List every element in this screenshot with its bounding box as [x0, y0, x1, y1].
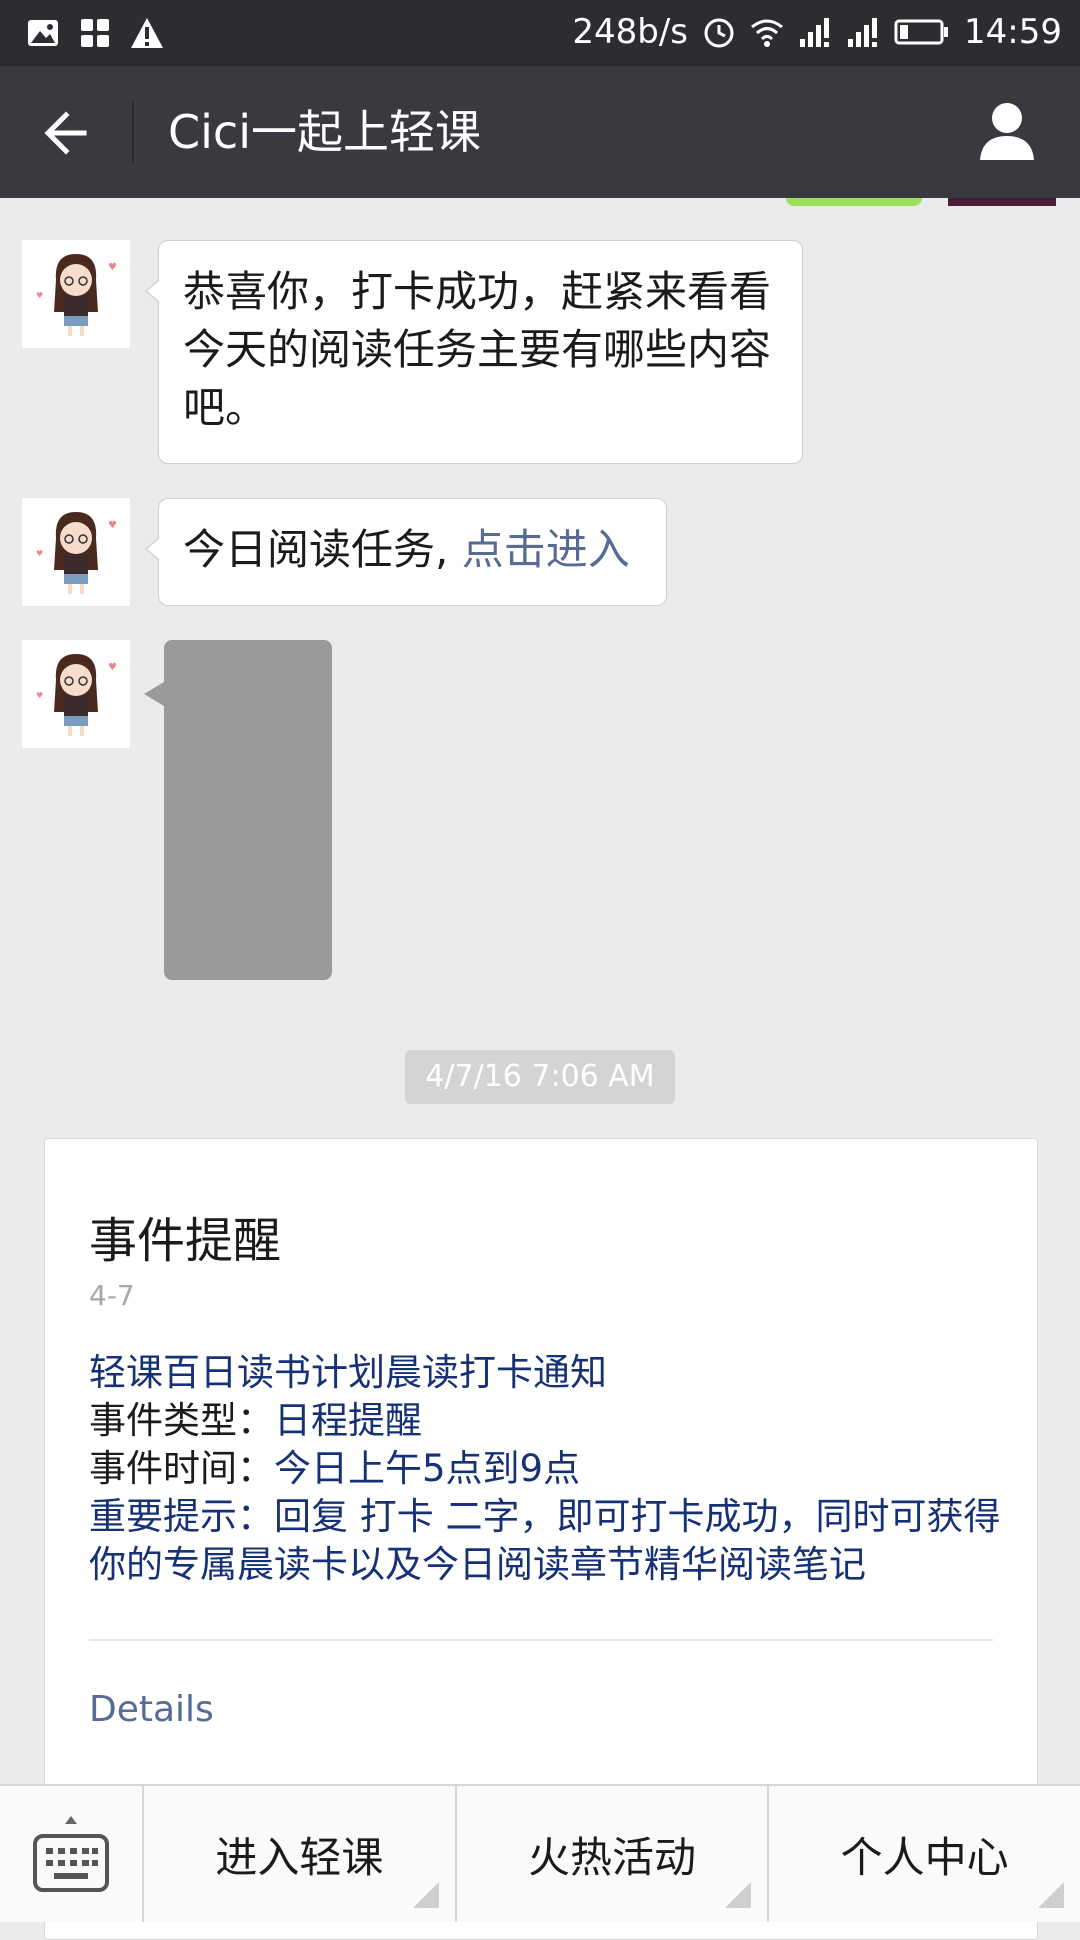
message-bubble[interactable]: 今日阅读任务, 点击进入 — [145, 498, 667, 606]
svg-text:♥: ♥ — [108, 662, 117, 673]
menu-label: 个人中心 — [840, 1832, 1009, 1882]
alarm-icon — [704, 18, 734, 48]
grid-icon — [81, 19, 109, 47]
time-value: 今日上午5点到9点 — [274, 1447, 581, 1490]
status-bar: 248b/s 14:59 — [0, 0, 1080, 66]
message-timestamp: 4/7/16 7:06 AM — [405, 1050, 675, 1104]
type-value: 日程提醒 — [274, 1399, 422, 1442]
card-title: 事件提醒 — [89, 1213, 282, 1269]
card-divider — [89, 1639, 993, 1641]
menu-label: 火热活动 — [528, 1832, 697, 1882]
menu-personal-center[interactable]: 个人中心 — [769, 1786, 1080, 1922]
svg-text:♥: ♥ — [108, 520, 117, 531]
svg-text:♥: ♥ — [36, 691, 43, 700]
menu-label: 进入轻课 — [215, 1832, 384, 1882]
signal-icon — [848, 18, 878, 47]
keyboard-icon — [33, 1816, 109, 1892]
clock: 14:59 — [964, 12, 1062, 52]
menu-enter-course[interactable]: 进入轻课 — [144, 1786, 457, 1922]
image-message[interactable] — [144, 640, 332, 980]
svg-text:♥: ♥ — [36, 291, 43, 300]
chat-title: Cici一起上轻课 — [168, 105, 481, 159]
user-icon[interactable] — [974, 98, 1040, 164]
network-speed: 248b/s — [572, 12, 689, 52]
message-text: 恭喜你，打卡成功，赶紧来看看今天的阅读任务主要有哪些内容吧。 — [183, 267, 772, 432]
time-label: 事件时间： — [89, 1447, 274, 1490]
chat-header: Cici一起上轻课 — [0, 66, 1080, 198]
wifi-icon — [751, 19, 783, 47]
message-text: 今日阅读任务, — [183, 525, 462, 574]
submenu-indicator-icon — [1038, 1882, 1065, 1908]
svg-text:♥: ♥ — [36, 549, 43, 558]
card-line-time: 事件时间：今日上午5点到9点 — [89, 1445, 1009, 1493]
header-divider — [132, 102, 134, 162]
girl-avatar-icon: ♥ ♥ — [36, 512, 117, 594]
back-arrow-icon[interactable] — [36, 100, 102, 166]
menu-hot-activities[interactable]: 火热活动 — [457, 1786, 770, 1922]
avatar[interactable]: ♥ ♥ — [22, 240, 130, 348]
image-icon — [28, 20, 58, 46]
svg-text:♥: ♥ — [108, 262, 117, 273]
avatar[interactable]: ♥ ♥ — [22, 498, 130, 606]
previous-avatar-remnant — [948, 198, 1056, 206]
card-line-notice: 轻课百日读书计划晨读打卡通知 — [89, 1351, 607, 1394]
previous-message-remnant — [786, 198, 922, 206]
details-link[interactable]: Details — [89, 1689, 214, 1730]
submenu-indicator-icon — [725, 1882, 752, 1908]
card-date: 4-7 — [89, 1279, 135, 1312]
card-body: 轻课百日读书计划晨读打卡通知 事件类型：日程提醒 事件时间：今日上午5点到9点 … — [89, 1349, 1009, 1589]
message-bubble[interactable]: 恭喜你，打卡成功，赶紧来看看今天的阅读任务主要有哪些内容吧。 — [145, 240, 803, 464]
girl-avatar-icon: ♥ ♥ — [36, 654, 117, 736]
bottom-menu: 进入轻课 火热活动 个人中心 — [0, 1784, 1080, 1922]
card-line-type: 事件类型：日程提醒 — [89, 1397, 1009, 1445]
warning-icon — [131, 18, 163, 48]
enter-link[interactable]: 点击进入 — [462, 525, 630, 574]
battery-icon — [894, 19, 949, 45]
girl-avatar-icon: ♥ ♥ — [36, 254, 117, 336]
type-label: 事件类型： — [89, 1399, 274, 1442]
avatar[interactable]: ♥ ♥ — [22, 640, 130, 748]
submenu-indicator-icon — [412, 1882, 439, 1908]
card-line-tip: 重要提示：回复 打卡 二字，即可打卡成功，同时可获得你的专属晨读卡以及今日阅读章… — [89, 1495, 1001, 1586]
keyboard-toggle-button[interactable] — [0, 1786, 144, 1922]
signal-icon — [800, 18, 830, 47]
